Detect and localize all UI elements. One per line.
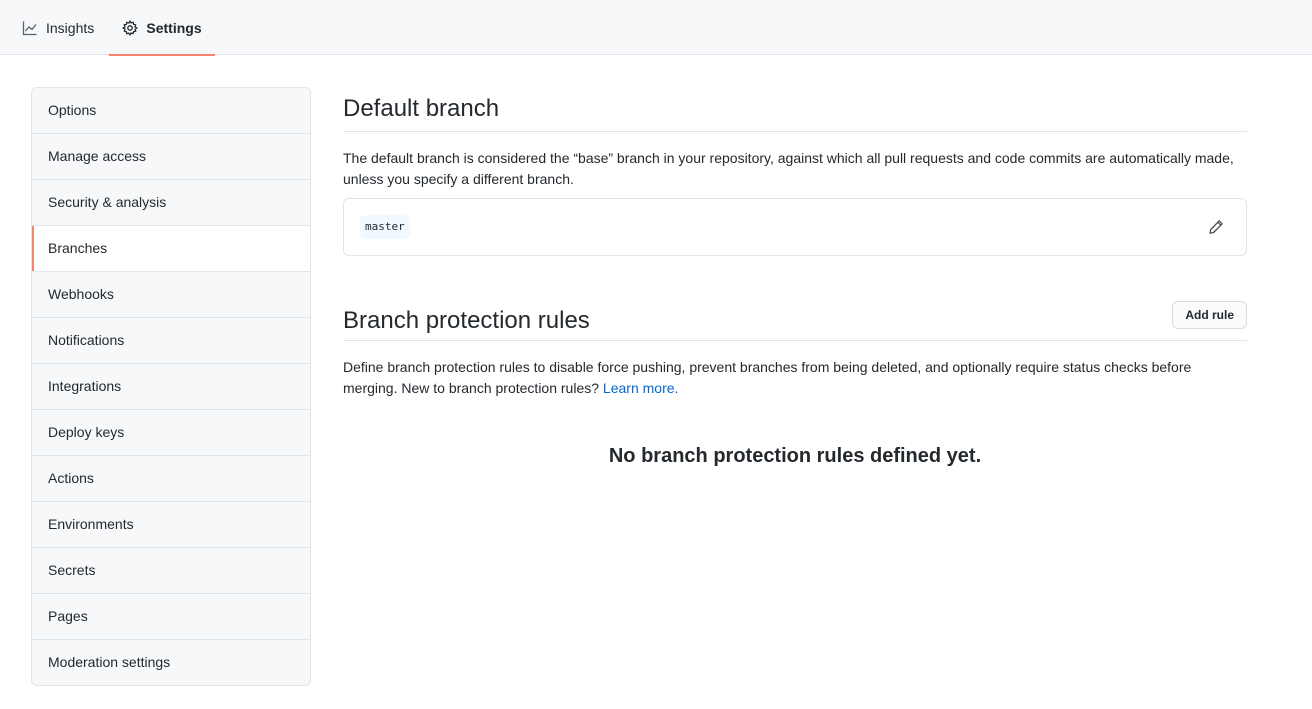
sidebar-item-branches[interactable]: Branches — [32, 226, 310, 272]
sidebar-item-secrets[interactable]: Secrets — [32, 548, 310, 594]
protection-title: Branch protection rules — [343, 306, 590, 334]
sidebar-item-environments[interactable]: Environments — [32, 502, 310, 548]
sidebar-item-webhooks[interactable]: Webhooks — [32, 272, 310, 318]
protection-description-text: Define branch protection rules to disabl… — [343, 359, 1192, 396]
tab-insights-label: Insights — [46, 19, 95, 36]
sidebar-item-security-analysis[interactable]: Security & analysis — [32, 180, 310, 226]
sidebar-item-integrations[interactable]: Integrations — [32, 364, 310, 410]
graph-icon — [22, 20, 38, 36]
tab-settings-label: Settings — [146, 19, 202, 36]
learn-more-link[interactable]: Learn more. — [603, 380, 678, 396]
protection-header: Branch protection rules Add rule — [343, 300, 1247, 341]
branches-settings: Default branch The default branch is con… — [343, 87, 1247, 468]
sidebar-item-moderation-settings[interactable]: Moderation settings — [32, 640, 310, 685]
sidebar-item-manage-access[interactable]: Manage access — [32, 134, 310, 180]
tab-settings[interactable]: Settings — [109, 0, 215, 56]
sidebar-item-actions[interactable]: Actions — [32, 456, 310, 502]
default-branch-title: Default branch — [343, 95, 500, 122]
gear-icon — [122, 19, 139, 36]
default-branch-header: Default branch — [343, 87, 1247, 132]
tab-insights[interactable]: Insights — [22, 0, 94, 55]
default-branch-box: master — [343, 198, 1247, 256]
sidebar-item-pages[interactable]: Pages — [32, 594, 310, 640]
settings-sidebar: Options Manage access Security & analysi… — [31, 87, 311, 686]
pencil-icon[interactable] — [1208, 219, 1228, 239]
empty-state-message: No branch protection rules defined yet. — [608, 445, 982, 467]
protection-description: Define branch protection rules to disabl… — [343, 357, 1243, 399]
repo-nav: Insights Settings — [0, 0, 1312, 56]
default-branch-description: The default branch is considered the “ba… — [343, 150, 1234, 187]
sidebar-item-deploy-keys[interactable]: Deploy keys — [32, 410, 310, 456]
add-rule-button[interactable]: Add rule — [1172, 300, 1247, 329]
branch-name: master — [360, 215, 410, 239]
sidebar-item-options[interactable]: Options — [32, 88, 310, 134]
sidebar-item-notifications[interactable]: Notifications — [32, 318, 310, 364]
